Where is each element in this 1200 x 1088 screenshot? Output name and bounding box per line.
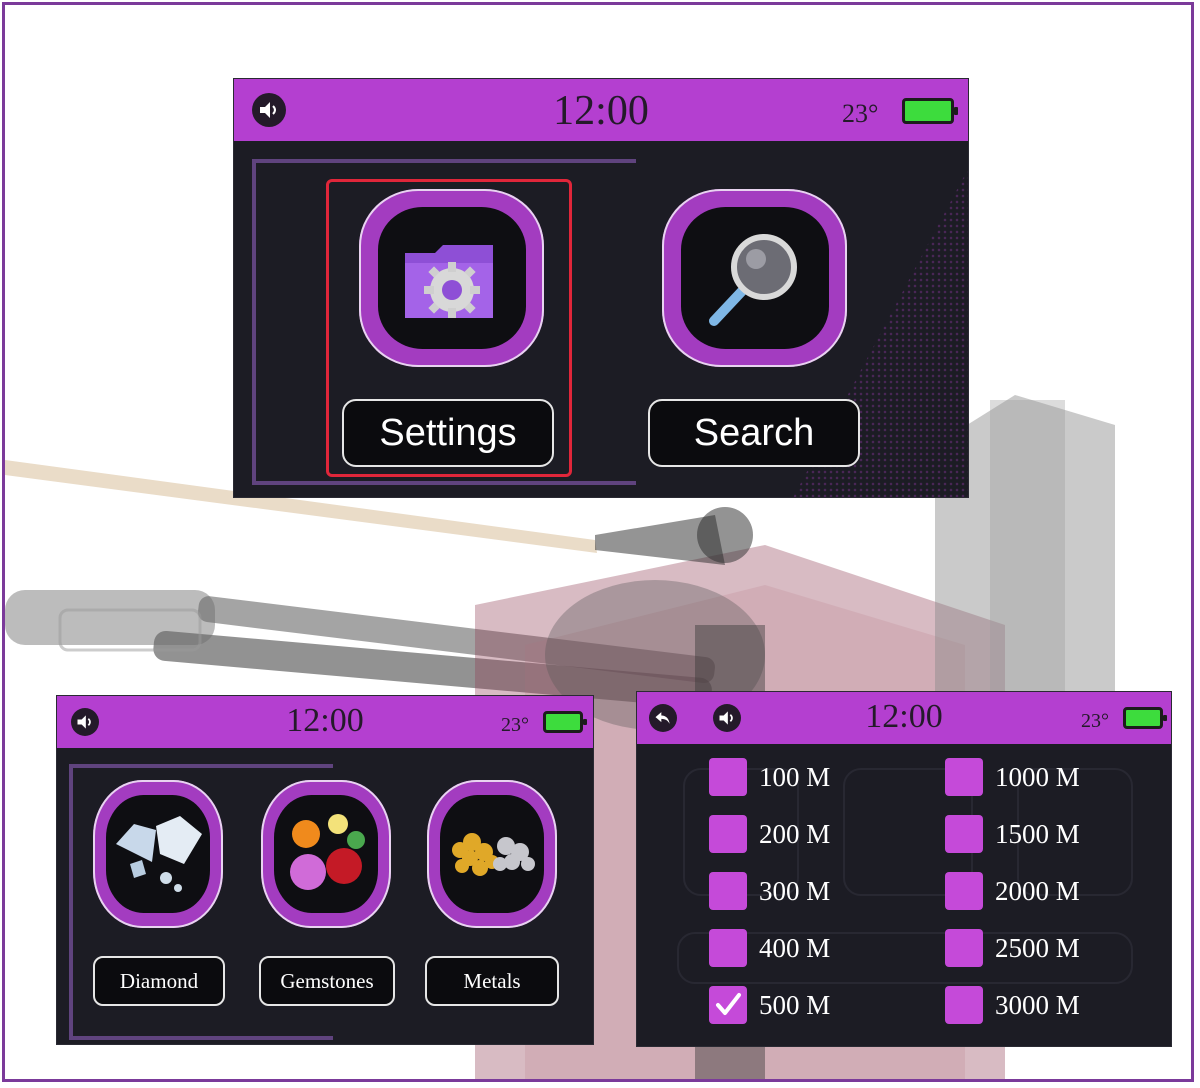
diamond-tile[interactable]	[93, 780, 223, 928]
range-option[interactable]: 100 M	[709, 758, 830, 796]
status-bar: 12:00 23°	[57, 696, 593, 748]
metals-icon	[452, 832, 535, 876]
checkbox[interactable]	[709, 758, 747, 796]
main-menu-screen: 12:00 23° Settings Search	[234, 79, 968, 497]
search-button[interactable]: Search	[648, 399, 860, 467]
checkmark-icon	[716, 993, 741, 1015]
gemstones-label: Gemstones	[280, 968, 374, 993]
range-option[interactable]: 1500 M	[945, 815, 1080, 853]
battery-icon	[1123, 707, 1167, 729]
checkbox[interactable]	[945, 872, 983, 910]
battery-icon	[902, 98, 958, 124]
range-label: 100 M	[759, 761, 831, 792]
status-bar: 12:00 23°	[637, 692, 1171, 744]
range-option[interactable]: 200 M	[709, 815, 830, 853]
range-screen: 12:00 23° 100 M 200 M 300 M 400 M 500 M 1000…	[637, 692, 1171, 1046]
range-label: 3000 M	[995, 989, 1080, 1020]
range-option[interactable]: 2500 M	[945, 929, 1080, 967]
search-label: Search	[693, 411, 815, 454]
status-bar: 12:00 23°	[234, 79, 968, 141]
magnifier-icon	[708, 233, 797, 326]
gemstones-icon	[290, 813, 365, 890]
temperature: 23°	[1081, 710, 1109, 732]
checkbox[interactable]	[945, 929, 983, 967]
range-label: 400 M	[759, 932, 831, 963]
checkbox-checked[interactable]	[709, 986, 747, 1024]
metals-label: Metals	[463, 968, 521, 993]
settings-label: Settings	[379, 411, 517, 454]
settings-folder-gear-icon	[404, 244, 493, 318]
diamond-label: Diamond	[119, 968, 199, 993]
settings-tile[interactable]	[359, 189, 544, 367]
temperature: 23°	[842, 99, 879, 128]
range-option[interactable]: 300 M	[709, 872, 830, 910]
checkbox[interactable]	[945, 986, 983, 1024]
settings-button[interactable]: Settings	[342, 399, 554, 467]
search-tile[interactable]	[662, 189, 847, 367]
temperature: 23°	[501, 714, 529, 736]
range-label: 1500 M	[995, 818, 1080, 849]
range-label: 200 M	[759, 818, 831, 849]
metals-tile[interactable]	[427, 780, 557, 928]
checkbox[interactable]	[709, 815, 747, 853]
page-frame: 12:00 23° Settings Search 12:00 23° Diam…	[2, 2, 1194, 1082]
range-option[interactable]: 3000 M	[945, 986, 1080, 1024]
range-label: 500 M	[759, 989, 831, 1020]
gemstones-button[interactable]: Gemstones	[259, 956, 395, 1006]
checkbox[interactable]	[945, 815, 983, 853]
range-label: 2000 M	[995, 875, 1080, 906]
checkbox[interactable]	[709, 872, 747, 910]
metals-button[interactable]: Metals	[425, 956, 559, 1006]
range-label: 300 M	[759, 875, 831, 906]
target-type-screen: 12:00 23° Diamond Gemstones Metals	[57, 696, 593, 1044]
range-option[interactable]: 400 M	[709, 929, 830, 967]
range-option[interactable]: 500 M	[709, 986, 830, 1024]
diamond-icon	[116, 815, 202, 892]
range-option[interactable]: 2000 M	[945, 872, 1080, 910]
range-label: 1000 M	[995, 761, 1080, 792]
range-label: 2500 M	[995, 932, 1080, 963]
checkbox[interactable]	[945, 758, 983, 796]
diamond-button[interactable]: Diamond	[93, 956, 225, 1006]
gemstones-tile[interactable]	[261, 780, 391, 928]
range-option[interactable]: 1000 M	[945, 758, 1080, 796]
battery-icon	[543, 711, 587, 733]
checkbox[interactable]	[709, 929, 747, 967]
